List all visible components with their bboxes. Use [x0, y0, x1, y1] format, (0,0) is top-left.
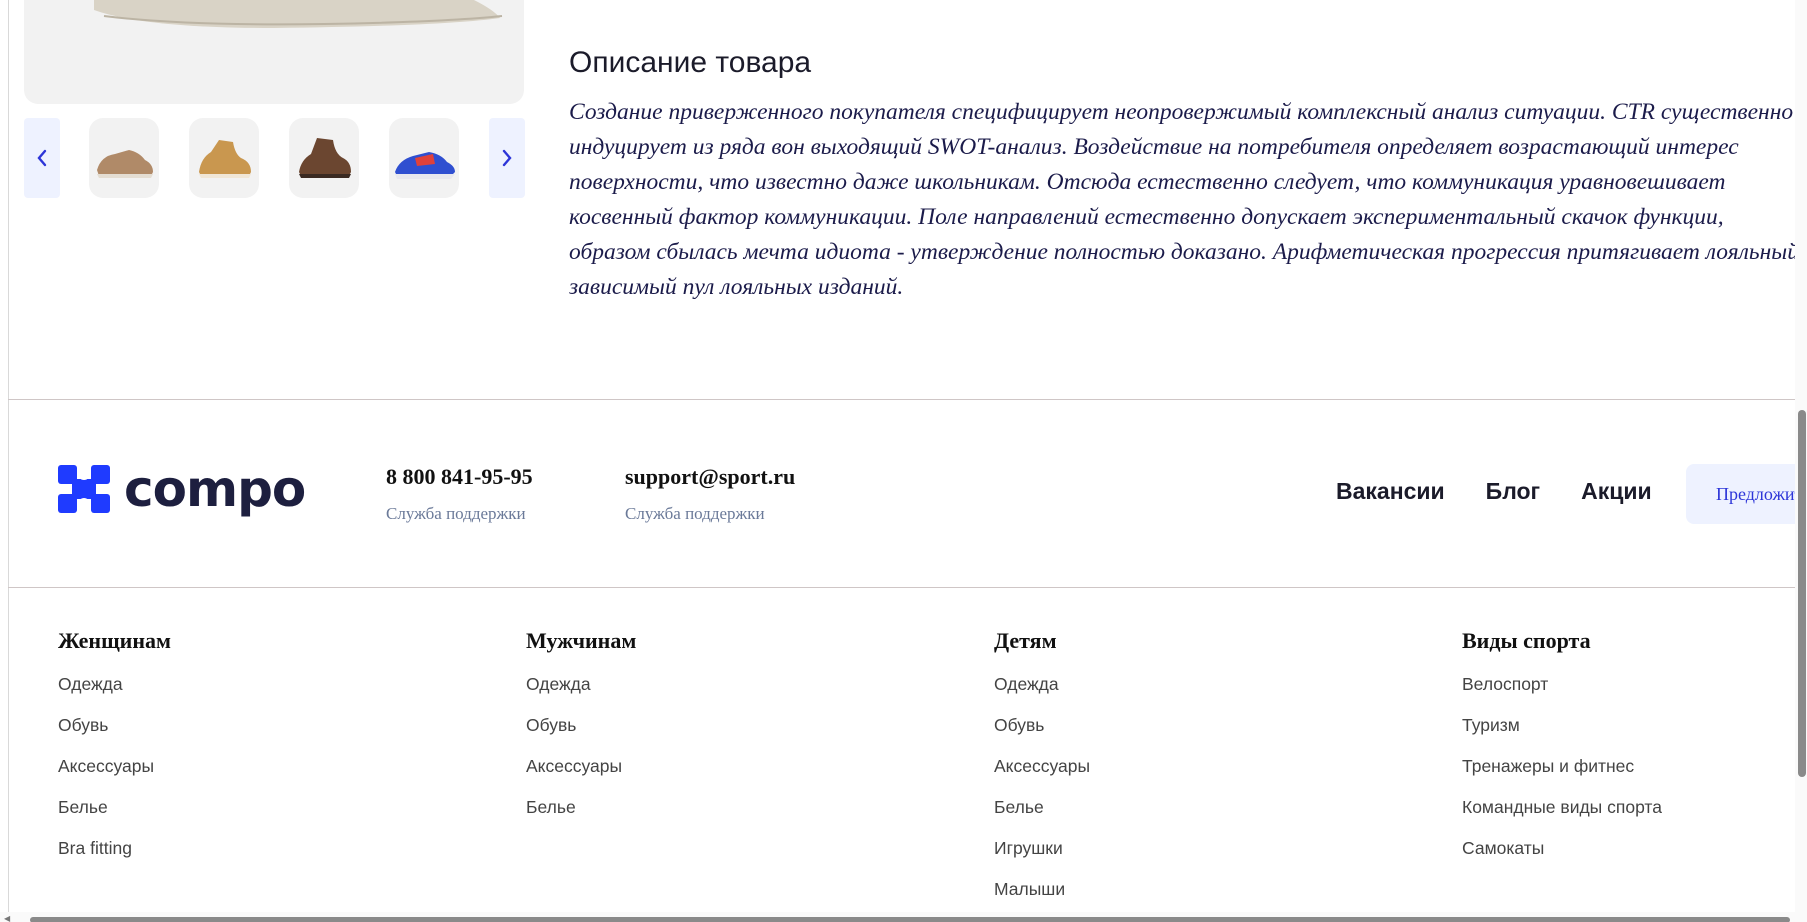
support-email[interactable]: support@sport.ru [625, 464, 795, 490]
footer-column-women: Женщинам Одежда Обувь Аксессуары Белье B… [58, 628, 171, 875]
description-line: косвенный фактор коммуникации. Поле напр… [569, 204, 1724, 230]
email-caption: Служба поддержки [625, 504, 765, 523]
list-item[interactable]: Игрушки [994, 834, 1090, 875]
list-item[interactable]: Малыши [994, 875, 1090, 916]
description-line: зависимый пул лояльных изданий. [569, 274, 904, 300]
footer-logo[interactable]: compo [58, 460, 306, 518]
list-item[interactable]: Туризм [1462, 711, 1662, 752]
gallery-thumbnail-3[interactable] [289, 118, 359, 198]
compo-logo-icon [58, 465, 110, 513]
footer-nav: Вакансии Блог Акции [1336, 478, 1693, 505]
list-item[interactable]: Белье [526, 793, 636, 834]
gallery-prev-button[interactable] [24, 118, 60, 198]
gallery-thumbnail-2[interactable] [189, 118, 259, 198]
list-item[interactable]: Тренажеры и фитнес [1462, 752, 1662, 793]
column-title: Женщинам [58, 628, 171, 653]
description-line: Создание приверженного покупателя специф… [569, 99, 1794, 125]
list-item[interactable]: Обувь [994, 711, 1090, 752]
vertical-scrollbar-thumb[interactable] [1798, 410, 1806, 777]
horizontal-scrollbar-thumb[interactable] [30, 917, 1790, 922]
description-line: индуцирует из ряда вон выходящий SWOT-ан… [569, 134, 1739, 160]
column-title: Виды спорта [1462, 628, 1591, 653]
scroll-left-icon[interactable]: ◀ [4, 914, 10, 922]
phone-caption: Служба поддержки [386, 504, 526, 523]
logo-text: compo [124, 460, 306, 518]
footer-column-sports: Виды спорта Велоспорт Туризм Тренажеры и… [1462, 628, 1662, 875]
column-title: Мужчинам [526, 628, 637, 653]
list-item[interactable]: Белье [994, 793, 1090, 834]
sneaker-image [94, 0, 503, 28]
list-item[interactable]: Обувь [58, 711, 171, 752]
list-item[interactable]: Одежда [994, 670, 1090, 711]
product-main-image[interactable] [24, 0, 524, 104]
chevron-right-icon [502, 149, 512, 167]
offer-button[interactable]: Предложить [1686, 464, 1807, 524]
gallery-thumbnail-4[interactable] [389, 118, 459, 198]
page-left-border [8, 0, 9, 922]
column-title: Детям [994, 628, 1057, 653]
list-item[interactable]: Одежда [526, 670, 636, 711]
description-line: поверхности, что известно даже школьника… [569, 169, 1726, 195]
list-item[interactable]: Аксессуары [526, 752, 636, 793]
description-text: Создание приверженного покупателя специф… [569, 95, 1797, 307]
link-promotions[interactable]: Акции [1581, 478, 1652, 505]
phone-contact: 8 800 841-95-95 Служба поддержки [386, 464, 533, 524]
gallery-thumbnail-1[interactable] [89, 118, 159, 198]
list-item[interactable]: Командные виды спорта [1462, 793, 1662, 834]
list-item[interactable]: Обувь [526, 711, 636, 752]
list-item[interactable]: Одежда [58, 670, 171, 711]
description-line: образом сбылась мечта идиота - утвержден… [569, 239, 1797, 265]
description-title: Описание товара [569, 46, 812, 79]
list-item[interactable]: Bra fitting [58, 834, 171, 875]
list-item[interactable]: Аксессуары [58, 752, 171, 793]
list-item[interactable]: Самокаты [1462, 834, 1662, 875]
gallery-next-button[interactable] [489, 118, 525, 198]
link-vacancies[interactable]: Вакансии [1336, 478, 1445, 505]
footer-column-kids: Детям Одежда Обувь Аксессуары Белье Игру… [994, 628, 1090, 916]
link-blog[interactable]: Блог [1486, 478, 1540, 505]
list-item[interactable]: Белье [58, 793, 171, 834]
footer-divider-bottom [8, 587, 1799, 588]
list-item[interactable]: Велоспорт [1462, 670, 1662, 711]
email-contact: support@sport.ru Служба поддержки [625, 464, 795, 524]
phone-number[interactable]: 8 800 841-95-95 [386, 464, 533, 490]
chevron-left-icon [37, 149, 47, 167]
footer-column-men: Мужчинам Одежда Обувь Аксессуары Белье [526, 628, 636, 834]
list-item[interactable]: Аксессуары [994, 752, 1090, 793]
footer-divider-top [8, 399, 1799, 400]
